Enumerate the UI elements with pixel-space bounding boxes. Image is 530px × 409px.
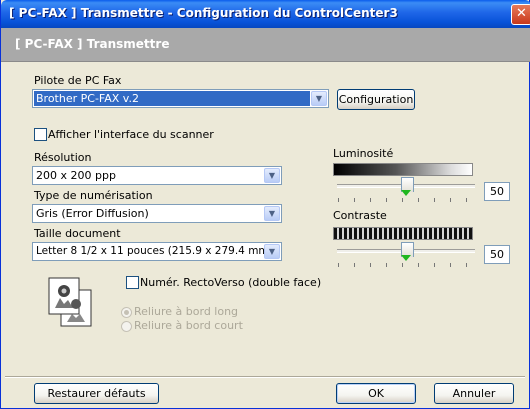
document-size-select[interactable]: Letter 8 1/2 x 11 pouces (215.9 x 279.4 … (32, 242, 282, 261)
brightness-ticks (338, 198, 474, 202)
section-header: [ PC-FAX ] Transmettre (1, 28, 530, 62)
document-size-label: Taille document (34, 227, 121, 240)
chevron-down-icon[interactable]: ▼ (311, 91, 327, 106)
dialog-window: [ PC-FAX ] Transmettre - Configuration d… (0, 0, 530, 409)
brightness-label: Luminosité (333, 147, 394, 160)
contrast-label: Contraste (333, 209, 387, 222)
short-edge-label: Reliure à bord court (134, 319, 243, 332)
scanner-interface-checkbox[interactable] (34, 128, 47, 141)
scan-type-select[interactable]: Gris (Error Diffusion) ▼ (32, 204, 282, 223)
title-bar[interactable]: [ PC-FAX ] Transmettre - Configuration d… (1, 0, 530, 28)
document-size-value: Letter 8 1/2 x 11 pouces (215.9 x 279.4 … (36, 245, 273, 257)
brightness-slider-thumb[interactable] (400, 177, 414, 197)
cancel-button[interactable]: Annuler (434, 383, 514, 404)
short-edge-radio[interactable] (121, 321, 132, 332)
contrast-pattern (333, 227, 473, 240)
chevron-down-icon[interactable]: ▼ (264, 244, 280, 259)
scanner-interface-label: Afficher l'interface du scanner (48, 128, 214, 141)
scan-type-value: Gris (Error Diffusion) (36, 207, 149, 220)
brightness-value[interactable]: 50 (484, 182, 510, 201)
chevron-down-icon[interactable]: ▼ (264, 206, 280, 221)
resolution-label: Résolution (34, 151, 92, 164)
scan-type-label: Type de numérisation (34, 189, 153, 202)
contrast-value[interactable]: 50 (484, 245, 510, 264)
duplex-label: Numér. RectoVerso (double face) (140, 276, 322, 289)
ok-button[interactable]: OK (336, 383, 416, 404)
chevron-down-icon[interactable]: ▼ (264, 168, 280, 183)
driver-select[interactable]: Brother PC-FAX v.2 ▼ (32, 89, 329, 108)
duplex-checkbox[interactable] (126, 276, 139, 289)
duplex-pages-icon (48, 277, 92, 327)
section-title: [ PC-FAX ] Transmettre (15, 37, 170, 51)
contrast-ticks (338, 263, 474, 267)
restore-defaults-button[interactable]: Restaurer défauts (34, 383, 159, 404)
resolution-value: 200 x 200 ppp (36, 169, 116, 182)
long-edge-label: Reliure à bord long (134, 305, 239, 318)
resolution-select[interactable]: 200 x 200 ppp ▼ (32, 166, 282, 185)
driver-value: Brother PC-FAX v.2 (34, 91, 310, 106)
footer-separator (5, 376, 525, 378)
close-button[interactable]: ✕ (511, 4, 530, 25)
window-title: [ PC-FAX ] Transmettre - Configuration d… (9, 6, 398, 20)
long-edge-radio[interactable] (121, 307, 132, 318)
contrast-slider-thumb[interactable] (400, 242, 414, 262)
driver-label: Pilote de PC Fax (34, 74, 122, 87)
brightness-gradient (333, 163, 473, 176)
configuration-button[interactable]: Configuration (337, 89, 415, 110)
